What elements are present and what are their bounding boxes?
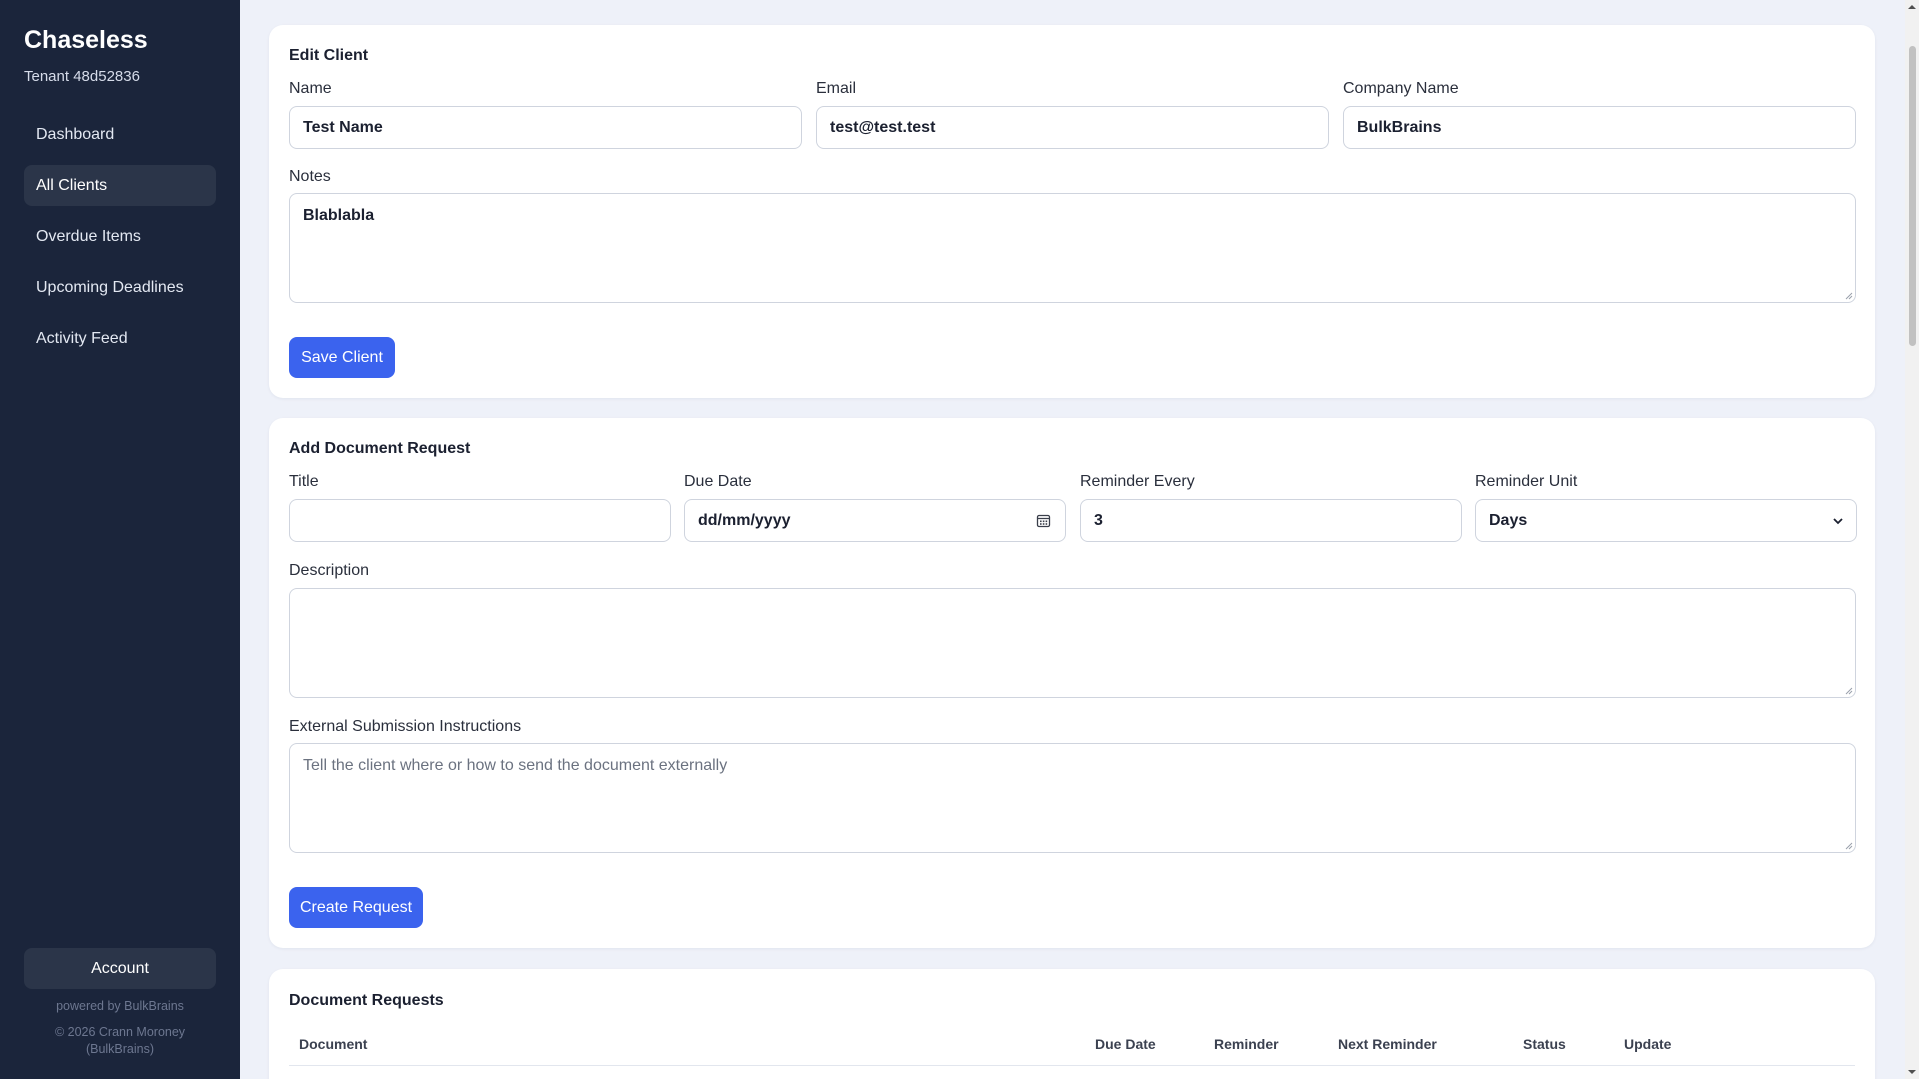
due-date-value: dd/mm/yyyy — [698, 512, 791, 529]
table-header-divider — [289, 1065, 1855, 1066]
document-requests-title: Document Requests — [289, 992, 444, 1009]
title-input[interactable] — [289, 499, 671, 542]
copyright-text: © 2026 Crann Moroney (BulkBrains) — [54, 1025, 186, 1056]
column-header-due-date: Due Date — [1095, 1036, 1156, 1052]
notes-label: Notes — [289, 168, 331, 185]
name-label: Name — [289, 80, 332, 97]
notes-textarea[interactable]: Blablabla — [289, 193, 1856, 303]
due-date-label: Due Date — [684, 473, 752, 490]
sidebar-item-all-clients[interactable]: All Clients — [24, 165, 216, 206]
add-request-title: Add Document Request — [289, 440, 471, 457]
sidebar-nav: Dashboard All Clients Overdue Items Upco… — [24, 114, 216, 369]
sidebar-item-activity-feed[interactable]: Activity Feed — [24, 318, 216, 359]
page-scrollbar[interactable] — [1905, 0, 1919, 1079]
document-requests-card: Document Requests Document Due Date Remi… — [269, 969, 1875, 1079]
scroll-down-arrow-icon[interactable] — [1907, 1067, 1917, 1077]
column-header-document: Document — [299, 1036, 368, 1052]
scroll-up-arrow-icon[interactable] — [1907, 2, 1917, 12]
column-header-update: Update — [1624, 1036, 1672, 1052]
email-input[interactable]: test@test.test — [816, 106, 1329, 149]
notes-value: Blablabla — [303, 207, 375, 224]
title-label: Title — [289, 473, 319, 490]
add-document-request-card: Add Document Request Title Due Date dd/m… — [269, 418, 1875, 948]
create-request-button[interactable]: Create Request — [289, 887, 423, 928]
column-header-next-reminder: Next Reminder — [1338, 1036, 1437, 1052]
sidebar: Chaseless Tenant 48d52836 Dashboard All … — [0, 0, 240, 1079]
reminder-unit-select[interactable]: Days — [1475, 499, 1857, 542]
external-instructions-textarea[interactable]: Tell the client where or how to send the… — [289, 743, 1856, 853]
resize-handle-icon[interactable] — [1845, 292, 1853, 300]
edit-client-card: Edit Client Name Test Name Email test@te… — [269, 25, 1875, 398]
external-instructions-placeholder: Tell the client where or how to send the… — [303, 757, 728, 774]
reminder-every-label: Reminder Every — [1080, 473, 1195, 490]
calendar-icon[interactable] — [1036, 513, 1051, 528]
chevron-down-icon — [1833, 518, 1843, 525]
account-button[interactable]: Account — [24, 948, 216, 989]
name-input[interactable]: Test Name — [289, 106, 802, 149]
column-header-reminder: Reminder — [1214, 1036, 1279, 1052]
reminder-unit-value: Days — [1489, 512, 1528, 529]
company-name-label: Company Name — [1343, 80, 1459, 97]
resize-handle-icon[interactable] — [1845, 687, 1853, 695]
reminder-unit-label: Reminder Unit — [1475, 473, 1578, 490]
description-label: Description — [289, 562, 370, 579]
sidebar-item-overdue-items[interactable]: Overdue Items — [24, 216, 216, 257]
sidebar-item-dashboard[interactable]: Dashboard — [24, 114, 216, 155]
sidebar-item-upcoming-deadlines[interactable]: Upcoming Deadlines — [24, 267, 216, 308]
edit-client-title: Edit Client — [289, 47, 369, 64]
reminder-every-input[interactable]: 3 — [1080, 499, 1462, 542]
due-date-input[interactable]: dd/mm/yyyy — [684, 499, 1066, 542]
tenant-id: Tenant 48d52836 — [24, 68, 140, 85]
powered-by-text: powered by BulkBrains — [56, 999, 184, 1013]
external-instructions-label: External Submission Instructions — [289, 718, 522, 735]
company-name-input[interactable]: BulkBrains — [1343, 106, 1856, 149]
save-client-button[interactable]: Save Client — [289, 337, 395, 378]
scrollbar-thumb[interactable] — [1909, 46, 1916, 346]
email-label: Email — [816, 80, 857, 97]
brand-name: Chaseless — [24, 26, 148, 54]
column-header-status: Status — [1523, 1036, 1566, 1052]
main-content: Edit Client Name Test Name Email test@te… — [240, 0, 1919, 1079]
resize-handle-icon[interactable] — [1845, 842, 1853, 850]
description-textarea[interactable] — [289, 588, 1856, 698]
